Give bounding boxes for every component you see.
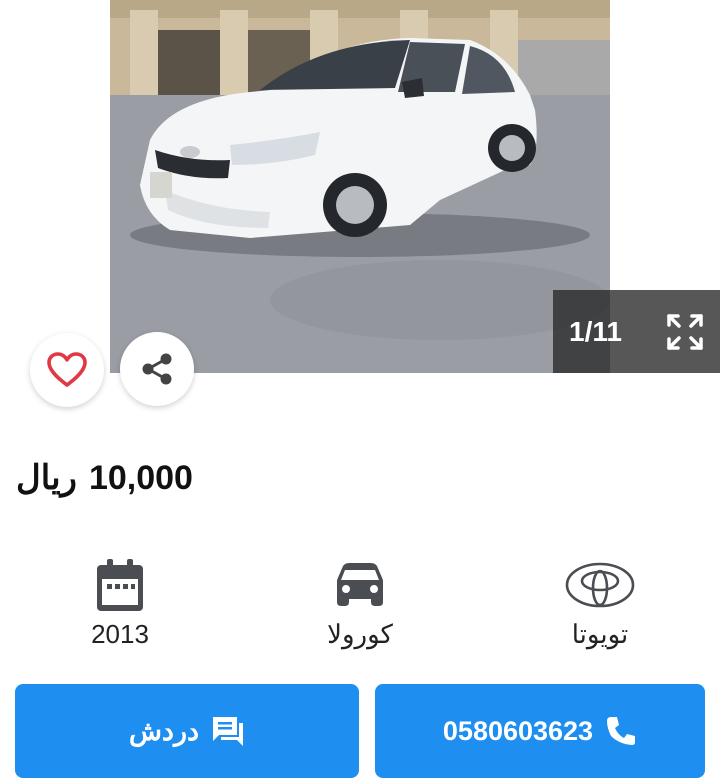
spec-make-value: تويوتا [571, 619, 629, 649]
calendar-icon [97, 559, 143, 611]
phone-icon [607, 717, 636, 745]
heart-icon [47, 352, 87, 387]
price-currency: ريال [16, 459, 77, 497]
previous-image-button[interactable] [44, 145, 80, 185]
favorite-button[interactable] [30, 333, 104, 407]
price-value: 10,000 [88, 459, 193, 497]
price: ريال 10,000 [16, 458, 193, 508]
fullscreen-button[interactable] [663, 310, 707, 354]
chat-button-label: دردش [128, 715, 200, 746]
chevron-right-icon [649, 149, 667, 181]
spec-make: تويوتا [525, 555, 675, 650]
chat-button[interactable]: دردش [15, 684, 359, 778]
image-counter: 1/11 [569, 315, 622, 347]
car-icon [337, 563, 383, 606]
toyota-logo-icon [565, 562, 635, 608]
chat-icon [213, 717, 244, 746]
spec-model: كورولا [285, 555, 435, 650]
spec-model-value: كورولا [327, 619, 393, 649]
spec-year: 2013 [45, 555, 195, 650]
image-counter-overlay: 1/11 [553, 290, 720, 373]
call-button[interactable]: 0580603623 [375, 684, 705, 778]
fullscreen-icon [667, 313, 703, 350]
share-icon [142, 353, 172, 385]
phone-number: 0580603623 [442, 715, 594, 746]
spec-year-value: 2013 [91, 619, 149, 649]
next-image-button[interactable] [640, 145, 676, 185]
share-button[interactable] [120, 332, 194, 406]
car-photo[interactable] [110, 0, 610, 373]
image-gallery[interactable]: 1/11 [0, 0, 720, 407]
chevron-left-icon [53, 149, 71, 181]
